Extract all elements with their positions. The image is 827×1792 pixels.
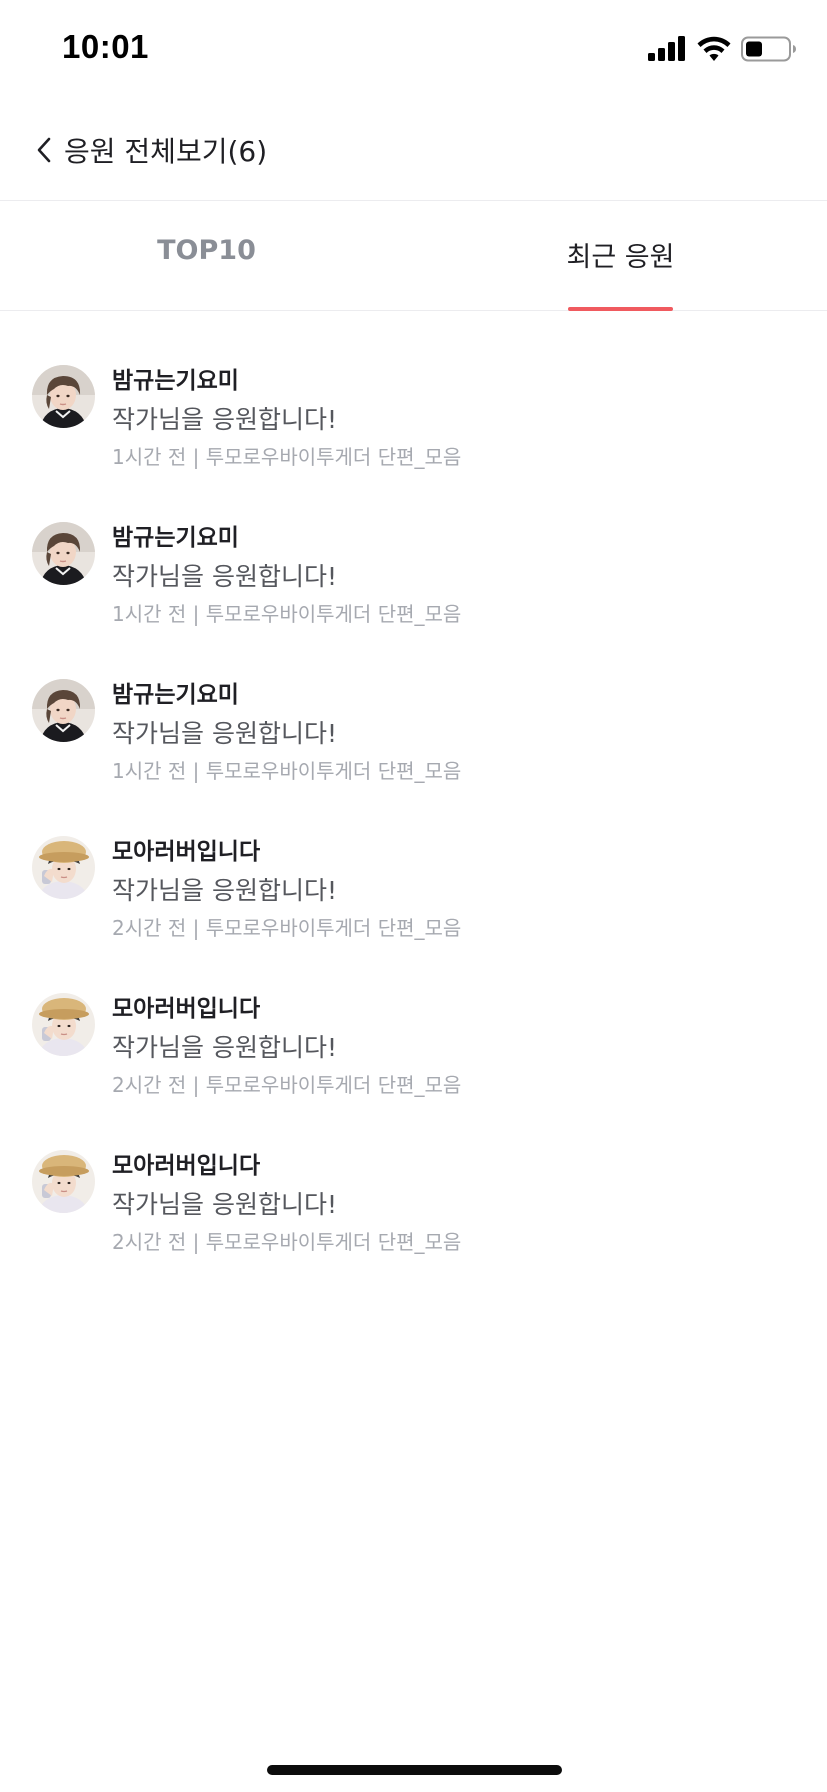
cheer-message: 작가님을 응원합니다! bbox=[112, 1033, 337, 1062]
cheer-text-block: 밤규는기요미작가님을 응원합니다! 1시간 전 | 투모로우바이투게더 단편_모음 bbox=[112, 680, 792, 785]
cheer-message: 작가님을 응원합니다! bbox=[112, 876, 337, 905]
cheer-meta: 1시간 전 | 투모로우바이투게더 단편_모음 bbox=[112, 445, 462, 469]
tab-top10-label: TOP10 bbox=[157, 235, 256, 266]
chevron-left-icon[interactable] bbox=[30, 133, 60, 167]
battery-icon bbox=[741, 36, 796, 62]
cheer-message: 작가님을 응원합니다! bbox=[112, 719, 337, 748]
cheer-list-item[interactable]: 모아러버입니다작가님을 응원합니다! 2시간 전 | 투모로우바이투게더 단편_모… bbox=[0, 782, 827, 942]
cheer-list-item[interactable]: 밤규는기요미작가님을 응원합니다! 1시간 전 | 투모로우바이투게더 단편_모음 bbox=[0, 311, 827, 471]
back-button[interactable]: 응원 전체보기(6) bbox=[30, 128, 267, 172]
avatar[interactable] bbox=[32, 993, 95, 1056]
status-bar: 10:01 bbox=[0, 0, 827, 100]
cheer-list-item[interactable]: 모아러버입니다작가님을 응원합니다! 2시간 전 | 투모로우바이투게더 단편_모… bbox=[0, 939, 827, 1099]
cheer-text-block: 모아러버입니다작가님을 응원합니다! 2시간 전 | 투모로우바이투게더 단편_모… bbox=[112, 837, 792, 942]
cheer-list-item[interactable]: 밤규는기요미작가님을 응원합니다! 1시간 전 | 투모로우바이투게더 단편_모음 bbox=[0, 468, 827, 628]
cheer-text-block: 모아러버입니다작가님을 응원합니다! 2시간 전 | 투모로우바이투게더 단편_모… bbox=[112, 1151, 792, 1256]
cheer-author-name[interactable]: 모아러버입니다 bbox=[112, 994, 792, 1024]
cheer-text-block: 모아러버입니다작가님을 응원합니다! 2시간 전 | 투모로우바이투게더 단편_모… bbox=[112, 994, 792, 1099]
cheer-list-item[interactable]: 모아러버입니다작가님을 응원합니다! 2시간 전 | 투모로우바이투게더 단편_모… bbox=[0, 1096, 827, 1256]
cheer-text-block: 밤규는기요미작가님을 응원합니다! 1시간 전 | 투모로우바이투게더 단편_모음 bbox=[112, 366, 792, 471]
cheer-list-item[interactable]: 밤규는기요미작가님을 응원합니다! 1시간 전 | 투모로우바이투게더 단편_모음 bbox=[0, 625, 827, 785]
avatar[interactable] bbox=[32, 365, 95, 428]
cheer-meta: 1시간 전 | 투모로우바이투게더 단편_모음 bbox=[112, 759, 462, 783]
cheer-author-name[interactable]: 밤규는기요미 bbox=[112, 680, 792, 710]
avatar[interactable] bbox=[32, 679, 95, 742]
wifi-icon bbox=[697, 36, 731, 61]
tab-recent-cheers[interactable]: 최근 응원 bbox=[414, 201, 827, 311]
cheer-list: 밤규는기요미 작가님을 응원합니다! 1시간 전 | 투모로우바이투게더 단편_모음… bbox=[0, 311, 827, 1256]
cheer-message: 작가님을 응원합니다! bbox=[112, 405, 337, 434]
tab-top10[interactable]: TOP10 bbox=[0, 201, 413, 310]
home-indicator bbox=[267, 1765, 562, 1775]
cheer-meta: 2시간 전 | 투모로우바이투게더 단편_모음 bbox=[112, 916, 462, 940]
tab-bar: TOP10 최근 응원 bbox=[0, 201, 827, 311]
avatar[interactable] bbox=[32, 522, 95, 585]
status-icons bbox=[647, 34, 797, 64]
cheer-author-name[interactable]: 모아러버입니다 bbox=[112, 837, 792, 867]
page-title: 응원 전체보기(6) bbox=[64, 135, 268, 168]
cheer-author-name[interactable]: 밤규는기요미 bbox=[112, 366, 792, 396]
cheer-message: 작가님을 응원합니다! bbox=[112, 562, 337, 591]
avatar[interactable] bbox=[32, 1150, 95, 1213]
cheer-message: 작가님을 응원합니다! bbox=[112, 1190, 337, 1219]
cheer-meta: 1시간 전 | 투모로우바이투게더 단편_모음 bbox=[112, 602, 462, 626]
header: 응원 전체보기(6) bbox=[0, 100, 827, 201]
cheer-text-block: 밤규는기요미작가님을 응원합니다! 1시간 전 | 투모로우바이투게더 단편_모음 bbox=[112, 523, 792, 628]
cheer-author-name[interactable]: 밤규는기요미 bbox=[112, 523, 792, 553]
cheer-meta: 2시간 전 | 투모로우바이투게더 단편_모음 bbox=[112, 1073, 462, 1097]
tab-recent-cheers-label: 최근 응원 bbox=[566, 242, 675, 273]
signal-icon bbox=[648, 36, 685, 61]
status-time: 10:01 bbox=[62, 28, 149, 65]
avatar[interactable] bbox=[32, 836, 95, 899]
cheer-author-name[interactable]: 모아러버입니다 bbox=[112, 1151, 792, 1181]
cheer-meta: 2시간 전 | 투모로우바이투게더 단편_모음 bbox=[112, 1230, 462, 1254]
